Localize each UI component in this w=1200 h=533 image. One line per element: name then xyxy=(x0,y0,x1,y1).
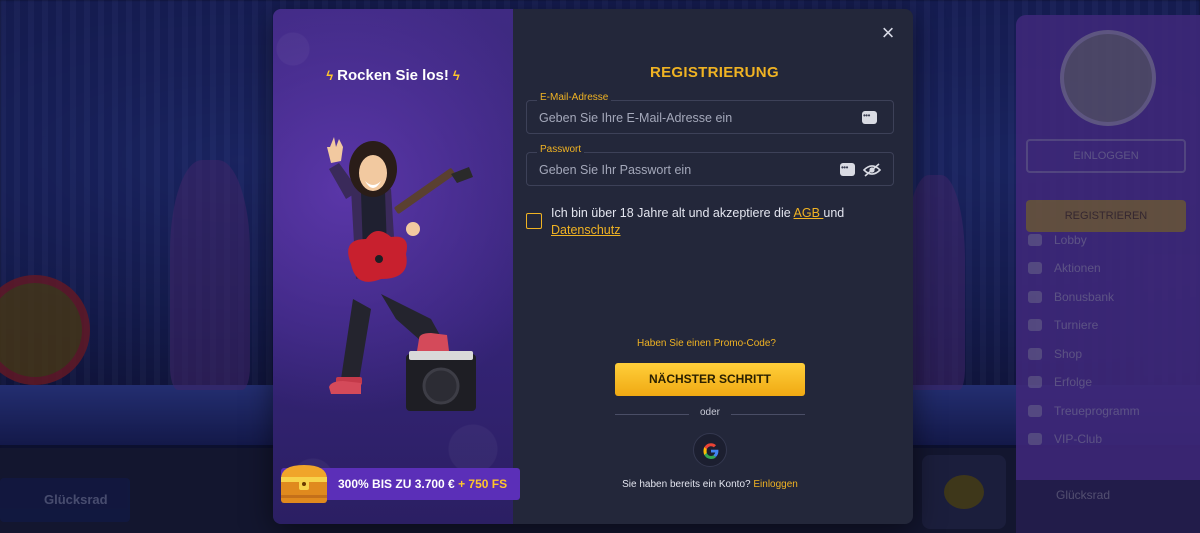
registration-title: REGISTRIERUNG xyxy=(650,64,779,81)
privacy-link[interactable]: Datenschutz xyxy=(551,223,620,237)
email-label: E-Mail-Adresse xyxy=(537,92,612,103)
autofill-icon[interactable] xyxy=(862,111,877,124)
registration-modal: ϟ Rocken Sie los! ϟ 300% BIS ZU 3.700 € … xyxy=(273,9,913,524)
bonus-amount: 300% BIS ZU 3.700 € xyxy=(338,477,455,491)
email-input[interactable] xyxy=(539,108,829,128)
email-field[interactable]: E-Mail-Adresse xyxy=(526,92,894,134)
password-field[interactable]: Passwort xyxy=(526,144,894,186)
divider-line xyxy=(731,414,805,415)
login-prompt: Sie haben bereits ein Konto? Einloggen xyxy=(617,479,803,490)
login-prompt-text: Sie haben bereits ein Konto? xyxy=(622,479,751,490)
or-divider: oder xyxy=(615,407,805,421)
lightning-icon: ϟ xyxy=(452,68,460,83)
lightning-icon: ϟ xyxy=(326,68,334,83)
eye-off-icon[interactable] xyxy=(863,162,881,178)
close-button[interactable]: × xyxy=(877,22,899,45)
promo-title-text: Rocken Sie los! xyxy=(337,67,449,84)
autofill-icon[interactable] xyxy=(840,163,855,176)
password-input[interactable] xyxy=(539,160,829,180)
google-icon xyxy=(703,443,719,459)
bonus-text: 300% BIS ZU 3.700 € + 750 FS xyxy=(338,477,507,491)
rock-guitarist-illustration xyxy=(327,137,476,411)
promo-code-link[interactable]: Haben Sie einen Promo-Code? xyxy=(637,338,776,349)
next-step-button[interactable]: NÄCHSTER SCHRITT xyxy=(615,363,805,396)
promo-title: ϟ Rocken Sie los! ϟ xyxy=(273,67,513,84)
treasure-chest-icon xyxy=(281,465,327,503)
terms-text-before: Ich bin über 18 Jahre alt und akzeptiere… xyxy=(551,206,794,220)
google-login-button[interactable] xyxy=(693,433,727,467)
bonus-free-spins: + 750 FS xyxy=(458,477,508,491)
promo-panel: ϟ Rocken Sie los! ϟ 300% BIS ZU 3.700 € … xyxy=(273,9,520,524)
login-link[interactable]: Einloggen xyxy=(753,479,797,490)
password-label: Passwort xyxy=(537,144,585,155)
terms-text: Ich bin über 18 Jahre alt und akzeptiere… xyxy=(551,205,871,239)
terms-text-middle: und xyxy=(823,206,845,220)
divider-text: oder xyxy=(699,407,720,418)
terms-checkbox[interactable] xyxy=(526,213,542,229)
agb-link[interactable]: AGB xyxy=(794,206,824,220)
